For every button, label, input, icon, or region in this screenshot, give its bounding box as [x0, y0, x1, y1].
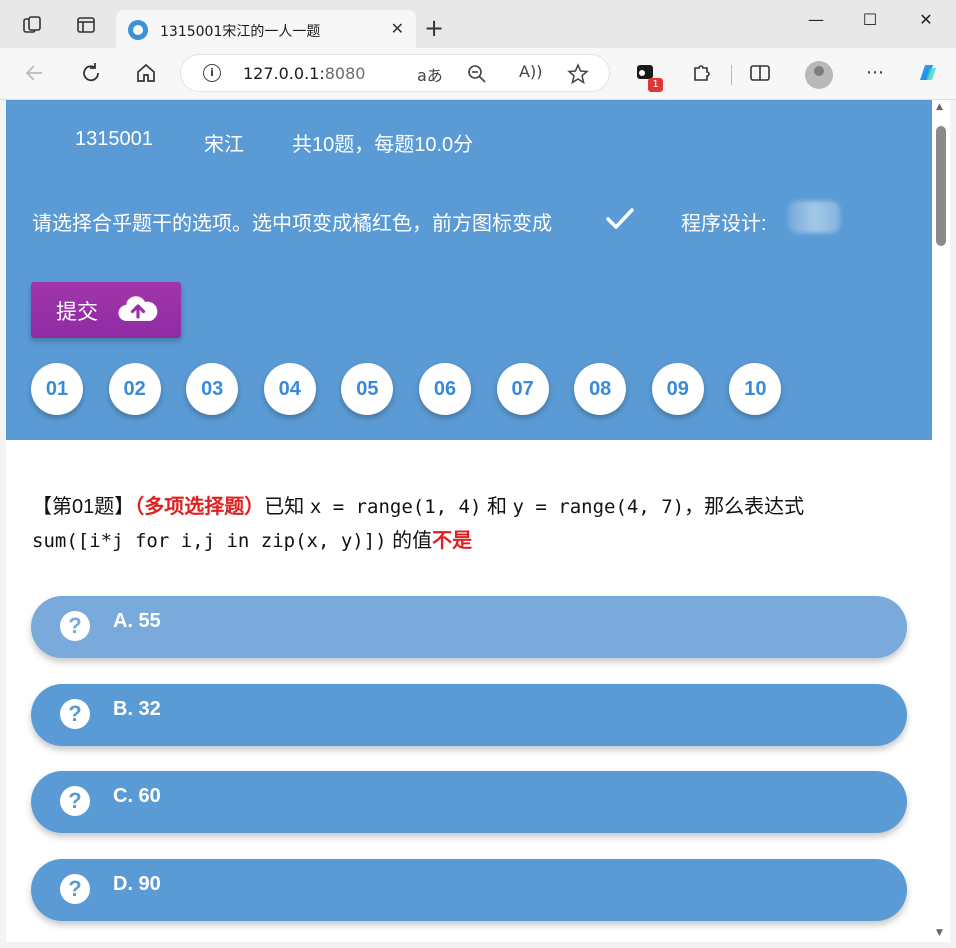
answer-option[interactable]: ? A. 55	[31, 596, 907, 658]
question-part3: ，那么表达式	[684, 496, 805, 518]
url-text[interactable]: 127.0.0.1:8080	[243, 64, 365, 83]
address-bar[interactable]: i 127.0.0.1:8080 aあ A))	[180, 54, 610, 92]
answer-option[interactable]: ? D. 90	[31, 858, 907, 921]
answer-option-label: D. 90	[113, 872, 161, 895]
checkmark-icon	[606, 208, 634, 229]
question-number-button[interactable]: 09	[651, 363, 704, 415]
toolbar-divider	[731, 65, 732, 85]
question-code2: y = range(4, 7)	[512, 496, 685, 518]
question-number-button[interactable]: 02	[108, 363, 161, 415]
page-viewport: 1315001 宋江 共10题，每题10.0分 请选择合乎题干的选项。选中项变成…	[6, 100, 932, 942]
answer-option-label: A. 55	[113, 610, 161, 632]
question-number-button[interactable]: 08	[574, 363, 627, 415]
question-code1: x = range(1, 4)	[309, 496, 482, 518]
sidebar-icon[interactable]	[75, 14, 97, 36]
question-mark-icon: ?	[60, 698, 90, 729]
browser-titlebar: 1315001宋江的一人一题 ✕ + — ☐ ✕	[0, 0, 956, 48]
tab-actions-icon[interactable]	[22, 14, 44, 36]
student-id: 1315001	[75, 128, 153, 150]
submit-button[interactable]: 提交	[31, 282, 181, 338]
back-arrow-icon[interactable]	[22, 60, 48, 86]
split-screen-icon[interactable]	[747, 60, 773, 86]
question-part1: 已知	[264, 496, 305, 518]
question-number-button[interactable]: 07	[496, 363, 549, 415]
scroll-up-arrow-icon[interactable]: ▲	[936, 102, 943, 112]
close-window-button[interactable]: ✕	[906, 10, 946, 34]
extension-badge: 1	[648, 78, 663, 92]
question-number-button[interactable]: 06	[419, 363, 471, 415]
question-mark-icon: ?	[60, 786, 90, 816]
question-number-button[interactable]: 05	[341, 363, 394, 415]
maximize-button[interactable]: ☐	[850, 10, 890, 34]
tab-favicon-icon	[128, 20, 148, 40]
scroll-down-arrow-icon[interactable]: ▼	[936, 928, 943, 938]
question-number-button[interactable]: 04	[263, 363, 316, 415]
submit-label: 提交	[56, 301, 98, 324]
star-icon[interactable]	[567, 63, 589, 85]
answer-option-label: B. 32	[113, 697, 161, 720]
instruction-text: 请选择合乎题干的选项。选中项变成橘红色，前方图标变成	[32, 213, 552, 235]
question-text: 【第01题】（多项选择题）已知 x = range(1, 4) 和 y = ra…	[32, 490, 892, 558]
minimize-button[interactable]: —	[796, 10, 836, 34]
question-number-button[interactable]: 03	[186, 363, 239, 415]
profile-avatar[interactable]	[805, 61, 833, 89]
question-negation: 不是	[432, 530, 473, 552]
question-part4: 的值	[392, 530, 433, 552]
page-scrollbar[interactable]: ▲ ▼	[932, 100, 950, 942]
read-aloud-icon[interactable]: aあ	[417, 62, 443, 86]
question-part2: 和	[486, 496, 507, 518]
copilot-icon[interactable]	[914, 60, 940, 86]
question-type: （多项选择题）	[134, 496, 265, 518]
question-prefix: 【第01题】	[32, 496, 135, 518]
cloud-upload-icon	[118, 296, 158, 322]
question-code3: sum([i*j for i,j in zip(x, y)])	[32, 530, 387, 552]
zoom-icon[interactable]	[467, 64, 487, 84]
quiz-summary: 共10题，每题10.0分	[292, 134, 474, 156]
refresh-icon[interactable]	[78, 60, 104, 86]
info-icon[interactable]: i	[203, 64, 221, 82]
tab-title: 1315001宋江的一人一题	[160, 24, 321, 40]
question-mark-icon: ?	[60, 611, 90, 641]
home-icon[interactable]	[133, 60, 159, 86]
new-tab-button[interactable]: +	[424, 16, 444, 40]
more-icon[interactable]: ⋯	[862, 60, 888, 86]
student-name: 宋江	[204, 134, 244, 156]
program-design-label: 程序设计:	[681, 213, 767, 235]
answer-option-label: C. 60	[113, 785, 161, 807]
question-number-button[interactable]: 10	[729, 363, 782, 415]
browser-tab[interactable]: 1315001宋江的一人一题 ✕	[116, 10, 416, 48]
puzzle-icon[interactable]	[688, 60, 714, 86]
quiz-header: 1315001 宋江 共10题，每题10.0分 请选择合乎题干的选项。选中项变成…	[6, 100, 932, 440]
question-number-button[interactable]: 01	[31, 363, 83, 415]
scroll-thumb[interactable]	[936, 126, 946, 246]
immersive-reader-icon[interactable]: A))	[519, 62, 542, 81]
program-design-blurred-value	[788, 201, 840, 233]
answer-option[interactable]: ? C. 60	[31, 771, 907, 833]
tab-close-icon[interactable]: ✕	[391, 19, 404, 38]
question-mark-icon: ?	[60, 873, 90, 904]
answer-option[interactable]: ? B. 32	[31, 683, 907, 746]
